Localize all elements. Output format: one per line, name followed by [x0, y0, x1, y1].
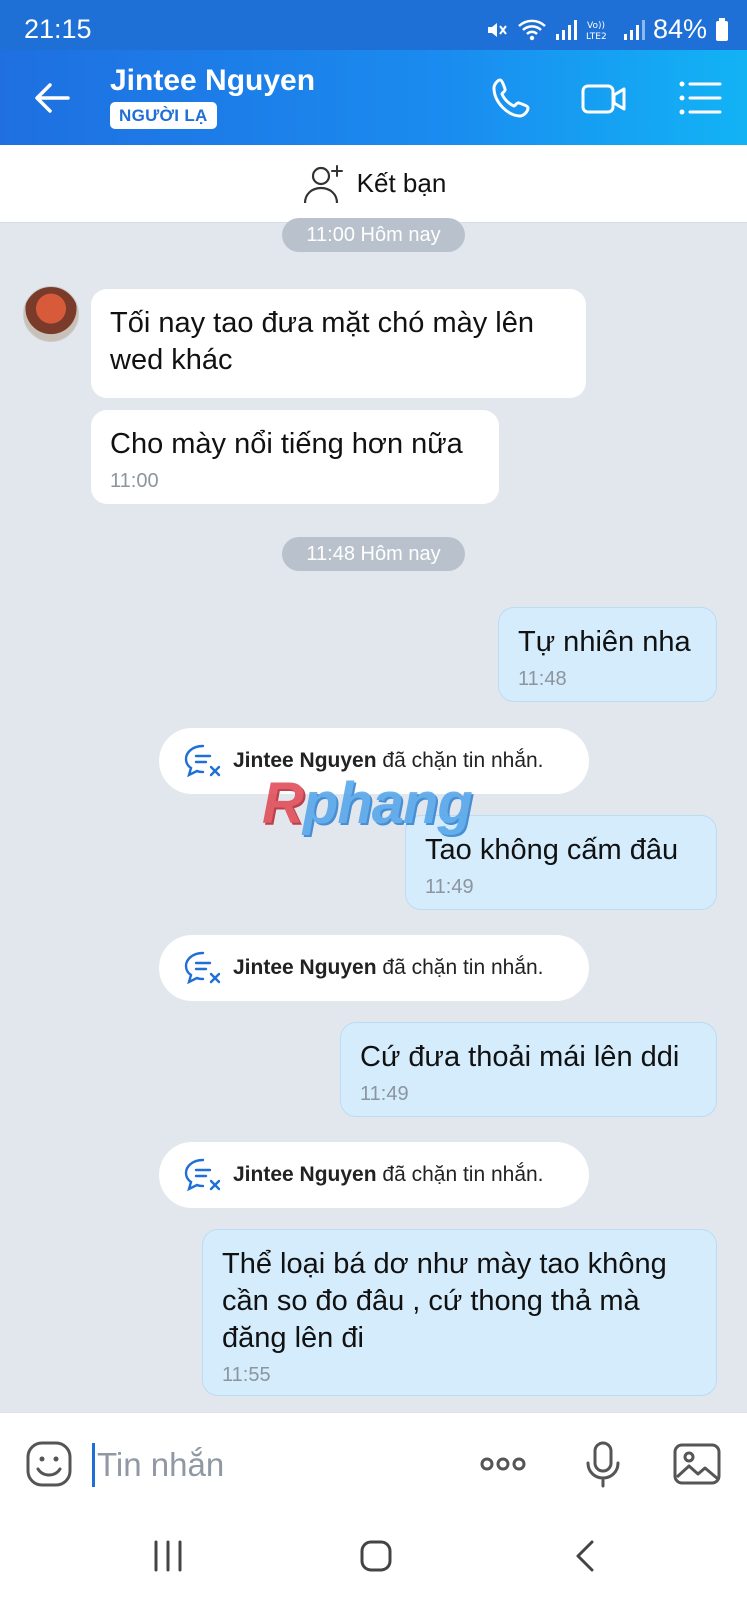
- contact-name[interactable]: Jintee Nguyen: [110, 64, 315, 98]
- message-text: Thể loại bá dơ như mày tao không cần so …: [222, 1248, 667, 1354]
- contact-avatar[interactable]: [23, 286, 79, 342]
- menu-list-icon[interactable]: [676, 74, 724, 122]
- blocked-notice-name: Jintee Nguyen: [233, 1163, 377, 1186]
- message-time: 11:55: [222, 1364, 271, 1386]
- add-friend-label: Kết bạn: [356, 168, 447, 198]
- message-text: Tối nay tao đưa mặt chó mày lên wed khác: [110, 307, 535, 376]
- wifi-icon: [518, 19, 546, 40]
- blocked-message-icon: [184, 744, 221, 778]
- blocked-notice-text: đã chặn tin nhắn.: [382, 956, 544, 979]
- message-time: 11:00: [110, 470, 159, 492]
- outgoing-message[interactable]: Tự nhiên nha 11:48: [498, 607, 717, 702]
- back-nav-icon[interactable]: [566, 1536, 606, 1576]
- recent-apps-icon[interactable]: [148, 1536, 188, 1576]
- status-time: 21:15: [24, 14, 92, 44]
- message-text: Tao không cấm đâu: [425, 834, 679, 866]
- blocked-notice: Jintee Nguyen đã chặn tin nhắn.: [159, 935, 589, 1001]
- svg-text:LTE2: LTE2: [586, 32, 607, 42]
- svg-text:Vo)): Vo)): [587, 21, 605, 31]
- blocked-notice-text: đã chặn tin nhắn.: [382, 1163, 544, 1186]
- message-time: 11:49: [360, 1083, 409, 1105]
- message-text: Cứ đưa thoải mái lên ddi: [360, 1041, 680, 1073]
- blocked-notice-name: Jintee Nguyen: [233, 749, 377, 772]
- volte-icon: Vo))LTE2: [586, 21, 607, 42]
- stranger-badge: NGƯỜI LẠ: [110, 102, 217, 129]
- incoming-message[interactable]: Cho mày nổi tiếng hơn nữa 11:00: [91, 410, 499, 504]
- outgoing-message[interactable]: Cứ đưa thoải mái lên ddi 11:49: [340, 1022, 717, 1117]
- battery-percent: 84%: [652, 14, 707, 44]
- signal-2-icon: [623, 19, 645, 40]
- blocked-message-icon: [184, 1158, 221, 1192]
- watermark-logo: Rphang: [262, 771, 473, 836]
- message-text: Cho mày nổi tiếng hơn nữa: [110, 428, 463, 460]
- mute-icon: [487, 22, 507, 37]
- video-call-icon[interactable]: [580, 74, 628, 122]
- status-bar: 21:15 Vo)) LTE2 84%: [0, 0, 747, 50]
- message-composer: Tin nhắn: [0, 1412, 747, 1512]
- status-icons: Vo)) LTE2 84%: [485, 14, 729, 45]
- message-input[interactable]: Tin nhắn: [92, 1443, 224, 1487]
- more-options-icon[interactable]: [478, 1439, 528, 1489]
- message-time: 11:49: [425, 876, 474, 898]
- blocked-notice: Jintee Nguyen đã chặn tin nhắn.: [159, 1142, 589, 1208]
- blocked-notice-name: Jintee Nguyen: [233, 956, 377, 979]
- chat-header: Jintee Nguyen NGƯỜI LẠ: [0, 50, 747, 145]
- message-time: 11:48: [518, 668, 567, 690]
- date-separator: 11:48 Hôm nay: [282, 537, 465, 571]
- blocked-notice-text: đã chặn tin nhắn.: [382, 749, 544, 772]
- battery-icon: [716, 17, 728, 41]
- add-friend-bar[interactable]: Kết bạn: [0, 145, 747, 223]
- back-arrow-icon[interactable]: [30, 76, 74, 120]
- sticker-icon[interactable]: [24, 1439, 74, 1489]
- gallery-icon[interactable]: [672, 1439, 722, 1489]
- incoming-message[interactable]: Tối nay tao đưa mặt chó mày lên wed khác: [91, 289, 586, 398]
- signal-icon: [555, 19, 577, 40]
- date-separator: 11:00 Hôm nay: [282, 218, 465, 252]
- microphone-icon[interactable]: [578, 1439, 628, 1489]
- system-nav-bar: [0, 1512, 747, 1600]
- phone-call-icon[interactable]: [488, 74, 536, 122]
- outgoing-message[interactable]: Thể loại bá dơ như mày tao không cần so …: [202, 1229, 717, 1396]
- message-text: Tự nhiên nha: [518, 626, 691, 658]
- add-friend-icon: [303, 164, 343, 203]
- blocked-message-icon: [184, 951, 221, 985]
- home-icon[interactable]: [356, 1536, 396, 1576]
